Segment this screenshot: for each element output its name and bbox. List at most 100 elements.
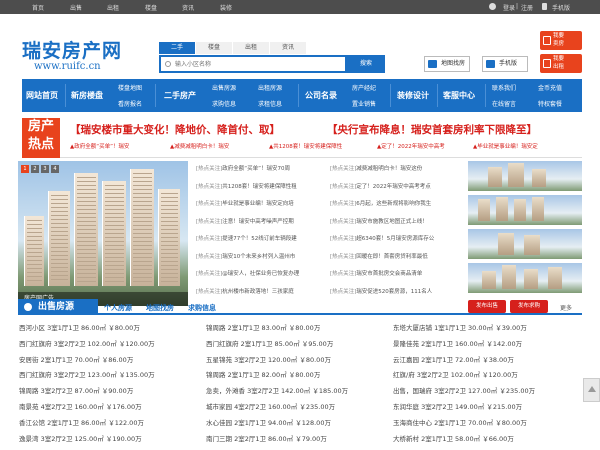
news-item[interactable]: [热点关注]回暖在即！首套房贷利率最低 xyxy=(330,252,428,260)
promo-thumbnail[interactable] xyxy=(468,161,582,191)
top-nav-rent[interactable]: 出租 xyxy=(107,3,119,12)
top-nav-news[interactable]: 资讯 xyxy=(182,3,194,12)
back-to-top-button[interactable] xyxy=(583,378,600,402)
nav-rent-listings[interactable]: 出租房源 xyxy=(258,83,282,92)
news-item[interactable]: [热点关注]瑞安10个未来乡村列入温州市 xyxy=(196,252,295,260)
top-nav-decor[interactable]: 装修 xyxy=(220,3,232,12)
nav-estate-map[interactable]: 楼盘地图 xyxy=(118,83,142,92)
search-tab-rent[interactable]: 出租 xyxy=(233,42,269,54)
carousel-dot-2[interactable]: 2 xyxy=(31,165,39,173)
nav-home[interactable]: 网站首页 xyxy=(26,90,58,101)
sub-headline-5[interactable]: ▲毕业就是事业编！瑞安定 xyxy=(473,142,538,150)
search-tab-secondhand[interactable]: 二手 xyxy=(159,42,195,54)
listing-item[interactable]: 城市家园 4室2厅2卫 160.00㎡ ￥235.00万 xyxy=(206,401,335,411)
sub-headline-3[interactable]: ▲共1208套！瑞安将建保障性 xyxy=(269,142,342,150)
listing-item[interactable]: 景隆佳苑 2室1厅1卫 160.00㎡ ￥142.00万 xyxy=(393,338,522,348)
nav-viewing-signup[interactable]: 看房报名 xyxy=(118,99,142,108)
top-nav-estate[interactable]: 楼盘 xyxy=(145,3,157,12)
listing-item[interactable]: 玉海商住中心 2室1厅1卫 70.00㎡ ￥80.00万 xyxy=(393,417,527,427)
nav-new-homes[interactable]: 新房楼盘 xyxy=(71,90,103,101)
login-link[interactable]: 登录 xyxy=(503,3,515,12)
news-item[interactable]: [热点关注]毕业就是事业编！瑞安定向培 xyxy=(196,199,294,207)
banner-carousel[interactable]: 1 2 3 4 房产网广告 xyxy=(18,161,188,306)
listing-item[interactable]: 西门红旗府 3室2厅2卫 102.00㎡ ￥120.00万 xyxy=(19,338,155,348)
listing-item[interactable]: 香江公馆 2室1厅1卫 86.00㎡ ￥122.00万 xyxy=(19,417,144,427)
news-item[interactable]: [热点关注]杭州楼市新政落地！三孩家庭 xyxy=(196,287,294,295)
site-logo[interactable]: 瑞安房产网 www.ruifc.cn xyxy=(22,36,132,76)
register-link[interactable]: 注册 xyxy=(521,3,533,12)
nav-decoration[interactable]: 装修设计 xyxy=(397,90,429,101)
news-item[interactable]: [热点关注]@瑞安人，社保业务已恢复办理 xyxy=(196,269,299,277)
news-item[interactable]: [热点关注]瑞安市首批房交会商品清单 xyxy=(330,269,422,277)
headline-2[interactable]: 【央行宣布降息！瑞安首套房利率下限降至】 xyxy=(327,122,537,137)
listing-item[interactable]: 锦周路 2室1厅1卫 82.00㎡ ￥80.00万 xyxy=(206,369,320,379)
listing-item[interactable]: 西河小区 3室1厅1卫 86.00㎡ ￥80.00万 xyxy=(19,322,140,332)
nav-vip-packages[interactable]: 特权套餐 xyxy=(538,99,562,108)
listing-item[interactable]: 锦周路 2室1厅1卫 83.00㎡ ￥80.00万 xyxy=(206,322,320,332)
nav-message[interactable]: 在线留言 xyxy=(492,99,516,108)
news-item[interactable]: [热点关注]提速77个！52线订前车辆段建 xyxy=(196,234,297,242)
listing-item[interactable]: 锦周路 3室2厅2卫 87.00㎡ ￥90.00万 xyxy=(19,385,133,395)
promo-thumbnail[interactable] xyxy=(468,195,582,225)
more-link[interactable]: 更多 xyxy=(560,303,572,312)
nav-rent-requests[interactable]: 求租信息 xyxy=(258,99,282,108)
nav-buy-requests[interactable]: 求购信息 xyxy=(212,99,236,108)
listing-item[interactable]: 安居街 2室1厅1卫 70.00㎡ ￥86.00万 xyxy=(19,354,133,364)
nav-agents[interactable]: 房产经纪 xyxy=(352,83,376,92)
news-item[interactable]: [热点关注]共1208套！瑞安将建保障性租 xyxy=(196,182,297,190)
carousel-dot-4[interactable]: 4 xyxy=(51,165,59,173)
carousel-dot-3[interactable]: 3 xyxy=(41,165,49,173)
listing-item[interactable]: 急卖，外滩香 3室2厅2卫 142.00㎡ ￥185.00万 xyxy=(206,385,348,395)
listing-item[interactable]: 逸景湾 3室2厅2卫 125.00㎡ ￥190.00万 xyxy=(19,433,142,443)
news-item[interactable]: [热点关注]定了！2022年瑞安中高考考点 xyxy=(330,182,431,190)
nav-company-directory[interactable]: 公司名录 xyxy=(305,90,337,101)
listing-item[interactable]: 红旗/府 3室2厅2卫 102.00㎡ ￥120.00万 xyxy=(393,369,518,379)
map-search-button[interactable]: 地图找房 xyxy=(424,56,470,72)
post-sale-button[interactable]: 发布出售 xyxy=(468,300,506,313)
listing-item[interactable]: 南门三期 2室2厅1卫 86.00㎡ ￥79.00万 xyxy=(206,433,327,443)
tab-buy-requests[interactable]: 求购信息 xyxy=(188,303,216,313)
search-tab-news[interactable]: 资讯 xyxy=(270,42,306,54)
news-item[interactable]: [热点关注]瑞安促进520套房源，111名人 xyxy=(330,287,432,295)
sell-house-button[interactable]: 我要 卖房 xyxy=(540,31,582,50)
listing-item[interactable]: 出售，国瑞府 3室2厅2卫 127.00㎡ ￥235.00万 xyxy=(393,385,535,395)
sub-headline-1[interactable]: ▲政府全额“买单”！瑞安 xyxy=(70,142,129,150)
listing-item[interactable]: 水心佳园 2室1厅1卫 94.00㎡ ￥128.00万 xyxy=(206,417,331,427)
listing-item[interactable]: 东润华庭 3室2厅2卫 149.00㎡ ￥215.00万 xyxy=(393,401,522,411)
nav-service-center[interactable]: 客服中心 xyxy=(443,90,475,101)
news-item[interactable]: [热点关注]超6340套！5月瑞安房源库存公 xyxy=(330,234,434,242)
listing-item[interactable]: 云江嘉园 2室1厅1卫 72.00㎡ ￥38.00万 xyxy=(393,354,514,364)
listing-item[interactable]: 西门红旗府 2室1厅1卫 85.00㎡ ￥95.00万 xyxy=(206,338,333,348)
nav-contact[interactable]: 联系我们 xyxy=(492,83,516,92)
post-buy-button[interactable]: 发布求购 xyxy=(510,300,548,313)
news-item[interactable]: [热点关注]6月起，这些新规将影响你我生 xyxy=(330,199,431,207)
nav-coin-recharge[interactable]: 金币充值 xyxy=(538,83,562,92)
mobile-button[interactable]: 手机版 xyxy=(482,56,528,72)
search-tab-estate[interactable]: 楼盘 xyxy=(196,42,232,54)
tab-personal-listings[interactable]: 个人房源 xyxy=(104,303,132,313)
nav-sales-staff[interactable]: 置业销售 xyxy=(352,99,376,108)
listing-item[interactable]: 西门红旗府 3室2厅2卫 123.00㎡ ￥135.00万 xyxy=(19,369,155,379)
carousel-dot-1[interactable]: 1 xyxy=(21,165,29,173)
top-nav-home[interactable]: 首页 xyxy=(32,3,44,12)
mobile-link[interactable]: 手机版 xyxy=(552,3,570,12)
tab-map-search[interactable]: 地图找房 xyxy=(146,303,174,313)
sub-headline-2[interactable]: ▲减费减租明白卡！瑞安 xyxy=(170,142,229,150)
nav-second-hand[interactable]: 二手房产 xyxy=(164,90,196,101)
news-item[interactable]: [热点关注]减费减租明白卡！瑞安这份 xyxy=(330,164,422,172)
listing-item[interactable]: 大桥新村 2室1厅1卫 58.00㎡ ￥66.00万 xyxy=(393,433,514,443)
top-nav-sale[interactable]: 出售 xyxy=(70,3,82,12)
listing-item[interactable]: 南景苑 4室2厅2卫 160.00㎡ ￥176.00万 xyxy=(19,401,142,411)
news-item[interactable]: [热点关注]瑞安市施教区地图正式上线！ xyxy=(330,217,428,225)
nav-sale-listings[interactable]: 出售房源 xyxy=(212,83,236,92)
news-item[interactable]: [热点关注]政府全额“买单”！瑞安70周 xyxy=(196,164,290,172)
promo-thumbnail[interactable] xyxy=(468,229,582,259)
listing-item[interactable]: 五星锦苑 3室2厅2卫 120.00㎡ ￥80.00万 xyxy=(206,354,331,364)
rent-out-button[interactable]: 我要 出租 xyxy=(540,54,582,73)
news-item[interactable]: [热点关注]注意！瑞安中高考噪声严控期 xyxy=(196,217,294,225)
promo-thumbnail[interactable] xyxy=(468,263,582,293)
search-input[interactable] xyxy=(161,57,347,71)
sub-headline-4[interactable]: ▲定了！2022年瑞安中高考 xyxy=(377,142,445,150)
headline-1[interactable]: 【瑞安楼市重大变化！降地价、降首付、取】 xyxy=(70,122,280,137)
search-button[interactable]: 搜索 xyxy=(347,55,385,73)
